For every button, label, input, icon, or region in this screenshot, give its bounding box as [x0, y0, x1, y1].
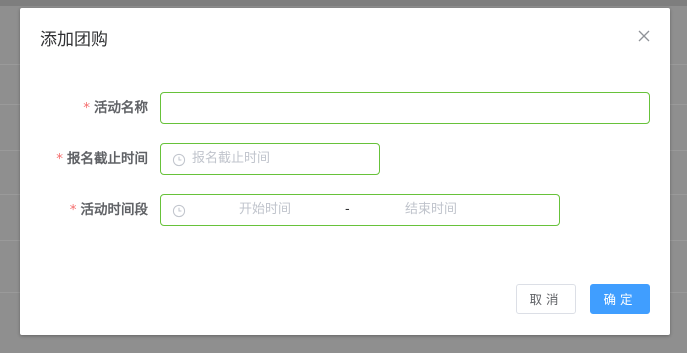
activity-period-label-text: 活动时间段	[80, 202, 149, 218]
signup-deadline-placeholder: 报名截止时间	[192, 151, 271, 166]
end-time-input[interactable]: 结束时间	[405, 195, 457, 225]
background-top-bar	[0, 0, 687, 6]
cancel-button[interactable]: 取消	[516, 284, 576, 314]
required-mark: *	[83, 100, 90, 116]
activity-name-field[interactable]	[160, 92, 650, 124]
signup-deadline-label-text: 报名截止时间	[67, 151, 148, 167]
clock-icon	[172, 152, 186, 167]
confirm-button[interactable]: 确定	[590, 284, 650, 314]
close-icon[interactable]	[636, 28, 652, 44]
activity-name-input[interactable]	[161, 93, 649, 123]
signup-deadline-picker[interactable]: 报名截止时间	[160, 143, 380, 175]
form-item-activity-period: * 活动时间段 开始时间 - 结束时间	[20, 194, 670, 226]
required-mark: *	[56, 151, 63, 167]
activity-name-label-text: 活动名称	[94, 100, 148, 116]
form-item-activity-name: * 活动名称	[20, 92, 670, 124]
form-item-signup-deadline: * 报名截止时间 报名截止时间	[20, 143, 670, 175]
signup-deadline-label: * 报名截止时间	[56, 143, 148, 175]
start-time-input[interactable]: 开始时间	[239, 195, 291, 225]
activity-period-label: * 活动时间段	[70, 194, 148, 226]
clock-icon	[172, 203, 186, 218]
dialog-title: 添加团购	[40, 30, 108, 50]
required-mark: *	[69, 202, 77, 218]
add-group-buy-dialog: 添加团购 * 活动名称 * 报名截止时间 报名截止时间 * 活动时间段 开始时间…	[20, 8, 670, 335]
range-separator: -	[345, 202, 350, 217]
activity-name-label: * 活动名称	[83, 92, 148, 124]
activity-period-range-picker[interactable]: 开始时间 - 结束时间	[160, 194, 560, 226]
